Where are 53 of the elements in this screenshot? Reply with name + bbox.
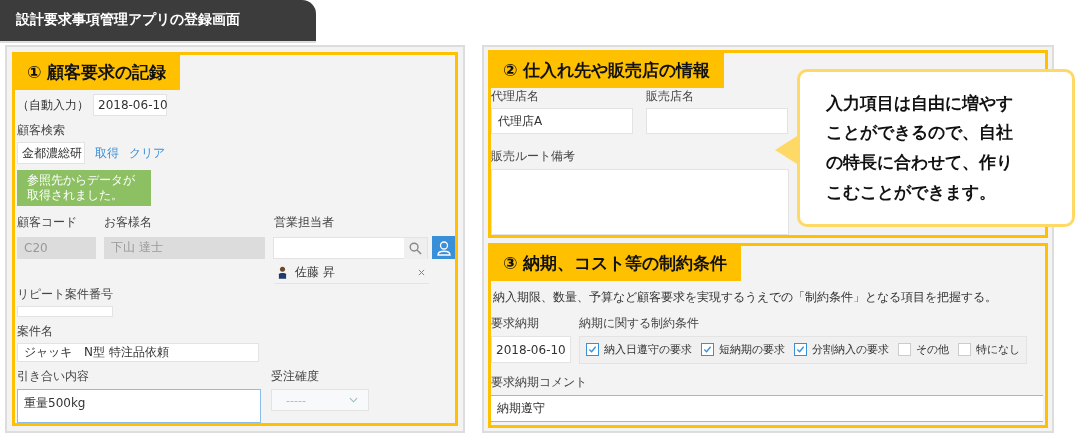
check-icon bbox=[796, 345, 805, 355]
close-icon[interactable] bbox=[418, 269, 425, 276]
date-field[interactable]: 2018-06-10 bbox=[93, 94, 167, 116]
dealer-field[interactable] bbox=[646, 108, 788, 134]
success-notice: 参照先からデータが取得されました。 bbox=[17, 170, 151, 206]
callout-bubble: 入力項目は自由に増やすことができるので、自社の特長に合わせて、作りこむことができます。 bbox=[797, 69, 1075, 227]
callout-pointer bbox=[775, 135, 797, 165]
field-label: 引き合い内容 bbox=[17, 368, 90, 385]
field-label: 営業担当者 bbox=[274, 214, 334, 231]
user-search-field[interactable] bbox=[273, 236, 428, 259]
comment-field[interactable]: 納期遵守 bbox=[491, 395, 1043, 422]
field-label: お客様名 bbox=[104, 214, 153, 231]
checkbox[interactable] bbox=[701, 343, 714, 357]
person-icon bbox=[278, 266, 287, 279]
section-heading: ③ 納期、コスト等の制約条件 bbox=[491, 246, 742, 281]
field-label: 顧客検索 bbox=[17, 122, 65, 139]
due-date-field[interactable]: 2018-06-10 bbox=[491, 336, 571, 364]
field-label: 要求納期 bbox=[491, 315, 540, 332]
field-label: 代理店名 bbox=[491, 88, 540, 105]
field-label: 販売店名 bbox=[646, 88, 694, 105]
agent-field[interactable]: 代理店A bbox=[491, 108, 633, 134]
check-icon bbox=[588, 345, 597, 355]
checkbox[interactable] bbox=[586, 343, 599, 357]
repeat-number-field[interactable] bbox=[17, 306, 113, 317]
checkbox-option[interactable]: 特になし bbox=[958, 342, 1020, 358]
field-label: 顧客コード bbox=[17, 214, 78, 231]
checkbox-option[interactable]: その他 bbox=[898, 342, 949, 358]
field-label: 販売ルート備考 bbox=[491, 148, 575, 165]
inquiry-textarea[interactable]: 重量500kg bbox=[17, 389, 261, 423]
field-label: 要求納期コメント bbox=[491, 374, 587, 391]
search-icon bbox=[404, 237, 427, 259]
section-heading: ② 仕入れ先や販売店の情報 bbox=[491, 53, 725, 88]
checkbox-option[interactable]: 納入日遵守の要求 bbox=[586, 342, 692, 358]
field-label: 受注確度 bbox=[271, 368, 319, 385]
checkbox[interactable] bbox=[898, 343, 911, 357]
check-icon bbox=[703, 345, 712, 355]
user-picker-button[interactable] bbox=[432, 236, 455, 259]
customer-search-field[interactable]: 金都濃総研 bbox=[17, 142, 85, 164]
chevron-down-icon bbox=[349, 397, 358, 403]
checkbox-option[interactable]: 短納期の要求 bbox=[701, 342, 785, 358]
checkbox-option[interactable]: 分割納入の要求 bbox=[794, 342, 889, 358]
checkbox[interactable] bbox=[794, 343, 807, 357]
description-text: 納入期限、数量、予算など顧客要求を実現するうえでの「制約条件」となる項目を把握する。 bbox=[492, 289, 997, 306]
route-notes-textarea[interactable] bbox=[491, 169, 789, 235]
field-label: リピート案件番号 bbox=[17, 286, 113, 303]
case-name-field[interactable]: ジャッキ N型 特注品依頼 bbox=[17, 343, 259, 362]
user-name: 佐藤 昇 bbox=[295, 264, 335, 281]
section-heading: ① 顧客要求の記録 bbox=[15, 55, 181, 90]
page-title: 設計要求事項管理アプリの登録画面 bbox=[0, 0, 316, 41]
field-label: 案件名 bbox=[17, 323, 53, 340]
field-label: 納期に関する制約条件 bbox=[579, 315, 699, 332]
checkbox[interactable] bbox=[958, 343, 971, 357]
person-icon bbox=[435, 239, 452, 256]
